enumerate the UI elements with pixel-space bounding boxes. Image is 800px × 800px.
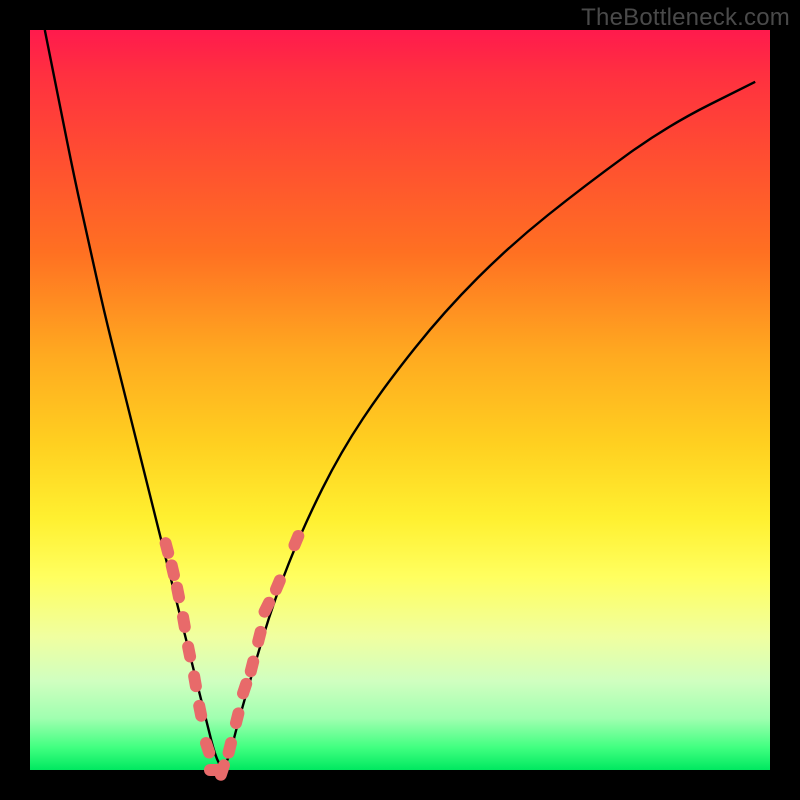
data-marker xyxy=(251,625,268,649)
data-marker xyxy=(170,580,186,604)
chart-svg xyxy=(30,30,770,770)
data-marker xyxy=(221,736,238,760)
data-markers xyxy=(158,528,306,782)
watermark-text: TheBottleneck.com xyxy=(581,4,790,32)
data-marker xyxy=(192,699,208,723)
data-marker xyxy=(187,669,203,693)
data-marker xyxy=(181,640,197,664)
data-marker xyxy=(229,706,246,730)
data-marker xyxy=(257,595,278,620)
bottleneck-curve xyxy=(45,30,755,766)
chart-frame: TheBottleneck.com xyxy=(0,0,800,800)
data-marker xyxy=(164,558,181,582)
data-marker xyxy=(244,654,261,678)
data-marker xyxy=(176,610,192,634)
